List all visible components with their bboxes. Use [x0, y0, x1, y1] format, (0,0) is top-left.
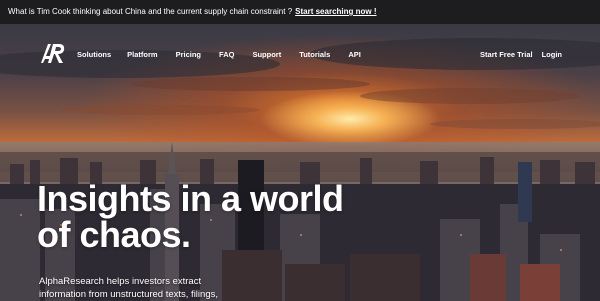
subtext-line-2: information from unstructured texts, fil… — [39, 289, 218, 300]
ar-logo-icon[interactable] — [40, 42, 66, 64]
start-searching-link[interactable]: Start searching now ! — [295, 7, 376, 16]
nav-support[interactable]: Support — [252, 50, 281, 59]
login-link[interactable]: Login — [542, 50, 562, 59]
nav-platform[interactable]: Platform — [127, 50, 157, 59]
subtext-line-1: AlphaResearch helps investors extract — [39, 276, 202, 287]
headline-line-1: Insights in a world — [37, 178, 344, 219]
nav-right: Start Free Trial Login — [471, 50, 562, 59]
nav-tutorials[interactable]: Tutorials — [299, 50, 330, 59]
announcement-bar: What is Tim Cook thinking about China an… — [0, 0, 600, 24]
hero-section: Solutions Platform Pricing FAQ Support T… — [0, 24, 600, 301]
main-nav: Solutions Platform Pricing FAQ Support T… — [77, 50, 379, 59]
nav-pricing[interactable]: Pricing — [176, 50, 201, 59]
announcement-text: What is Tim Cook thinking about China an… — [8, 7, 293, 16]
nav-faq[interactable]: FAQ — [219, 50, 234, 59]
hero-headline: Insights in a world of chaos. — [37, 181, 344, 253]
hero-subtext: AlphaResearch helps investors extract in… — [39, 275, 259, 301]
city-skyline-image — [0, 142, 600, 301]
start-free-trial-link[interactable]: Start Free Trial — [480, 50, 533, 59]
nav-solutions[interactable]: Solutions — [77, 50, 111, 59]
nav-api[interactable]: API — [348, 50, 361, 59]
headline-line-2: of chaos. — [37, 214, 191, 255]
